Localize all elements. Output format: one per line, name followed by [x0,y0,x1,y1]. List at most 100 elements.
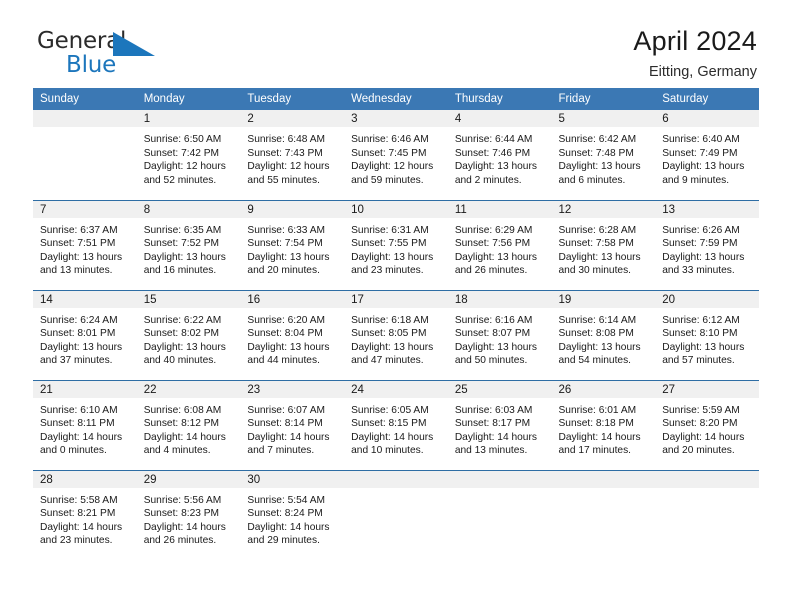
general-blue-logo[interactable]: General Blue [37,30,217,82]
calendar-day-cell[interactable]: 18 Sunrise: 6:16 AM Sunset: 8:07 PM Dayligh… [447,289,552,380]
day-details: Sunrise: 6:16 AM Sunset: 8:07 PM Daylight:… [448,308,552,368]
calendar-day-cell[interactable]: 17 Sunrise: 6:18 AM Sunset: 8:05 PM Dayligh… [344,289,448,380]
calendar-day-cell[interactable]: 5 Sunrise: 6:42 AM Sunset: 7:48 PM Daylight… [551,110,656,200]
calendar-day-cell[interactable]: 29 Sunrise: 5:56 AM Sunset: 8:23 PM Dayligh… [136,469,241,560]
calendar-day-cell[interactable]: 7 Sunrise: 6:37 AM Sunset: 7:51 PM Daylight… [33,199,137,290]
day-detail-sunset: Sunset: 8:05 PM [351,328,427,340]
day-detail-daylight-line2: and 54 minutes. [558,355,632,367]
day-details: Sunrise: 6:31 AM Sunset: 7:55 PM Daylight:… [344,218,448,278]
day-detail-daylight-line2: and 7 minutes. [247,445,315,457]
day-detail-sunset: Sunset: 8:11 PM [40,418,115,430]
day-detail-daylight-line2: and 20 minutes. [247,265,320,277]
day-detail-sunset: Sunset: 7:55 PM [351,238,427,250]
day-details: Sunrise: 6:01 AM Sunset: 8:18 PM Daylight:… [552,398,656,458]
day-detail-daylight-line2: and 26 minutes. [143,535,217,547]
day-detail-sunset: Sunset: 8:01 PM [40,328,116,340]
day-detail-daylight-line2: and 13 minutes. [454,445,528,457]
calendar-day-cell[interactable]: 27 Sunrise: 5:59 AM Sunset: 8:20 PM Dayligh… [655,379,759,470]
day-detail-daylight-line2: and 40 minutes. [143,355,217,367]
day-number: 29 [136,470,241,488]
logo-triangle-icon [113,32,155,60]
calendar-day-cell[interactable]: 1 Sunrise: 6:50 AM Sunset: 7:42 PM Daylight… [136,110,241,200]
day-detail-sunset: Sunset: 8:08 PM [558,328,634,340]
day-details: Sunrise: 6:10 AM Sunset: 8:11 PM Daylight:… [33,398,137,458]
calendar-day-cell[interactable]: 8 Sunrise: 6:35 AM Sunset: 7:52 PM Daylight… [136,199,241,290]
calendar-day-cell[interactable]: 9 Sunrise: 6:33 AM Sunset: 7:54 PM Daylight… [240,199,345,290]
day-detail-sunrise: Sunrise: 6:24 AM [40,314,118,326]
day-details: Sunrise: 6:05 AM Sunset: 8:15 PM Daylight:… [344,398,448,458]
day-number: 14 [33,290,137,308]
day-details: Sunrise: 5:59 AM Sunset: 8:20 PM Daylight:… [655,398,759,458]
day-detail-sunset: Sunset: 7:49 PM [662,147,738,159]
weekday-header-wednesday: Wednesday [344,88,448,110]
day-number [551,470,656,488]
day-detail-daylight-line1: Daylight: 13 hours [454,251,537,263]
calendar-day-cell[interactable]: 13 Sunrise: 6:26 AM Sunset: 7:59 PM Dayligh… [655,199,759,290]
day-detail-daylight-line2: and 17 minutes. [558,445,632,457]
calendar-cell-empty [344,469,448,560]
day-detail-sunrise: Sunrise: 6:48 AM [247,134,325,145]
day-detail-sunrise: Sunrise: 6:08 AM [143,404,222,416]
calendar-day-cell[interactable]: 16 Sunrise: 6:20 AM Sunset: 8:04 PM Dayligh… [240,289,345,380]
day-detail-sunset: Sunset: 7:43 PM [247,147,323,159]
calendar-day-cell[interactable]: 12 Sunrise: 6:28 AM Sunset: 7:58 PM Dayligh… [551,199,656,290]
calendar-week-row: 7 Sunrise: 6:37 AM Sunset: 7:51 PM Daylight… [33,199,759,290]
calendar-day-cell[interactable]: 14 Sunrise: 6:24 AM Sunset: 8:01 PM Dayligh… [33,289,137,380]
calendar-day-cell[interactable]: 4 Sunrise: 6:44 AM Sunset: 7:46 PM Daylight… [447,110,552,200]
calendar-day-cell[interactable]: 20 Sunrise: 6:12 AM Sunset: 8:10 PM Dayligh… [655,289,759,380]
day-detail-daylight-line2: and 55 minutes. [247,174,320,186]
day-details: Sunrise: 6:37 AM Sunset: 7:51 PM Daylight:… [33,218,137,278]
day-detail-sunrise: Sunrise: 6:01 AM [558,404,637,416]
day-detail-sunrise: Sunrise: 6:37 AM [40,224,118,236]
calendar-day-cell[interactable]: 11 Sunrise: 6:29 AM Sunset: 7:56 PM Dayligh… [447,199,552,290]
day-number: 3 [344,110,448,127]
calendar-day-cell[interactable]: 6 Sunrise: 6:40 AM Sunset: 7:49 PM Daylight… [655,110,759,200]
calendar-day-cell[interactable]: 30 Sunrise: 5:54 AM Sunset: 8:24 PM Dayligh… [240,469,345,560]
day-detail-daylight-line2: and 4 minutes. [143,445,211,457]
calendar-header-row: Sunday Monday Tuesday Wednesday Thursday… [33,88,759,110]
day-detail-daylight-line2: and 52 minutes. [143,174,217,186]
day-detail-daylight-line1: Daylight: 13 hours [40,341,123,353]
calendar-day-cell[interactable]: 24 Sunrise: 6:05 AM Sunset: 8:15 PM Dayligh… [344,379,448,470]
day-details: Sunrise: 6:26 AM Sunset: 7:59 PM Daylight:… [655,218,759,278]
day-detail-sunset: Sunset: 7:46 PM [454,147,531,159]
day-detail-sunrise: Sunrise: 6:46 AM [351,134,429,145]
day-detail-daylight-line2: and 29 minutes. [247,535,320,547]
day-number: 19 [551,290,656,308]
day-detail-sunset: Sunset: 8:10 PM [662,328,738,340]
day-detail-sunrise: Sunrise: 6:50 AM [143,134,222,145]
calendar-day-cell[interactable]: 22 Sunrise: 6:08 AM Sunset: 8:12 PM Dayligh… [136,379,241,470]
calendar-day-cell[interactable]: 25 Sunrise: 6:03 AM Sunset: 8:17 PM Dayligh… [447,379,552,470]
day-detail-sunrise: Sunrise: 6:35 AM [143,224,222,236]
day-number: 22 [136,380,241,398]
calendar-day-cell[interactable]: 10 Sunrise: 6:31 AM Sunset: 7:55 PM Dayligh… [344,199,448,290]
day-number: 11 [447,200,552,218]
day-detail-daylight-line1: Daylight: 13 hours [40,251,123,263]
day-detail-daylight-line1: Daylight: 13 hours [454,341,537,353]
calendar-day-cell[interactable]: 19 Sunrise: 6:14 AM Sunset: 8:08 PM Dayligh… [551,289,656,380]
day-detail-daylight-line1: Daylight: 13 hours [351,251,434,263]
day-detail-sunset: Sunset: 8:02 PM [143,328,220,340]
calendar-day-cell[interactable]: 23 Sunrise: 6:07 AM Sunset: 8:14 PM Dayligh… [240,379,345,470]
day-details: Sunrise: 6:20 AM Sunset: 8:04 PM Daylight:… [240,308,344,368]
calendar-day-cell[interactable]: 28 Sunrise: 5:58 AM Sunset: 8:21 PM Dayligh… [33,469,137,560]
day-detail-daylight-line2: and 16 minutes. [143,265,217,277]
day-detail-sunrise: Sunrise: 6:26 AM [662,224,740,236]
day-detail-daylight-line2: and 26 minutes. [454,265,528,277]
weekday-header-saturday: Saturday [655,88,759,110]
calendar-day-cell[interactable]: 2 Sunrise: 6:48 AM Sunset: 7:43 PM Daylight… [240,110,345,200]
calendar-cell-empty [655,469,759,560]
calendar-day-cell[interactable]: 26 Sunrise: 6:01 AM Sunset: 8:18 PM Dayligh… [551,379,656,470]
calendar-day-cell[interactable]: 21 Sunrise: 6:10 AM Sunset: 8:11 PM Dayligh… [33,379,137,470]
day-number [655,470,759,488]
calendar-day-cell[interactable]: 3 Sunrise: 6:46 AM Sunset: 7:45 PM Daylight… [344,110,448,200]
calendar-week-row: 1 Sunrise: 6:50 AM Sunset: 7:42 PM Daylight… [33,110,759,200]
day-details: Sunrise: 6:08 AM Sunset: 8:12 PM Daylight:… [137,398,241,458]
calendar-week-row: 28 Sunrise: 5:58 AM Sunset: 8:21 PM Dayligh… [33,469,759,560]
calendar-day-cell[interactable]: 15 Sunrise: 6:22 AM Sunset: 8:02 PM Dayligh… [136,289,241,380]
day-detail-sunset: Sunset: 8:14 PM [247,418,323,430]
weekday-header-tuesday: Tuesday [240,88,345,110]
day-detail-sunrise: Sunrise: 6:14 AM [558,314,637,326]
day-number: 10 [344,200,448,218]
day-number: 12 [551,200,656,218]
